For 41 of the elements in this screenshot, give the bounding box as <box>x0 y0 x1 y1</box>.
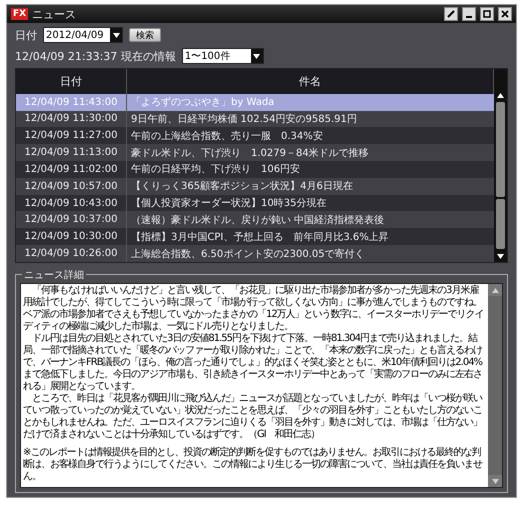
subject-cell[interactable]: （速報）豪ドル米ドル、戻りが鈍い 中国経済指標発表後 <box>126 211 494 228</box>
subject-cell[interactable]: 【指標】3月中国CPI、予想上回る 前年同月比3.6%上昇 <box>126 228 494 246</box>
subject-cell[interactable]: 豪ドル米ドル、下げ渋り 1.0279－84米ドルで推移 <box>126 144 494 161</box>
date-cell[interactable]: 12/04/09 11:30:00 <box>16 110 126 128</box>
subject-cell[interactable]: 【個人投資家オーダー状況】10時35分現在 <box>126 194 494 212</box>
subject-cell[interactable]: 上海総合指数、6.50ポイント安の2300.05で寄付く <box>126 245 494 262</box>
column-header[interactable]: 日付 <box>16 69 126 94</box>
app-logo: FX <box>11 8 28 20</box>
window-title: ニュース <box>32 6 78 22</box>
subject-cell[interactable]: 午前の上海総合指数、売り一服 0.34%安 <box>126 127 494 144</box>
date-cell[interactable]: 12/04/09 10:37:00 <box>16 211 126 228</box>
maximize-icon[interactable] <box>480 7 494 21</box>
date-cell[interactable]: 12/04/09 11:02:00 <box>16 160 126 178</box>
scrollbar-thumb[interactable] <box>496 199 505 249</box>
scroll-up-icon[interactable] <box>497 92 504 98</box>
paragraph: 「何事もなければいいんだけど」と言い残して、「お花見」に駆り出た市場参加者が多かった先週末の3月米雇用統計でしたが、得てしてこういう時に限って「市場が行って欲しくない方向」に事が進んでしまうものですね。ベア派の市場参加者でさえも予想していなかったまさかの「12万人」という数字に、イースターホリデーでリクイディティの極端に減少した市場は、一気にドル売りとなりました。 <box>23 285 485 332</box>
date-cell[interactable]: 12/04/09 11:27:00 <box>16 127 126 144</box>
subject-cell[interactable]: 【くりっく365顧客ポジション状況】4月6日現在 <box>126 178 494 195</box>
date-field[interactable]: 2012/04/09 <box>43 27 123 43</box>
group-title: ニュース詳細 <box>22 268 86 282</box>
date-cell[interactable]: 12/04/09 10:26:00 <box>16 245 126 262</box>
column-header[interactable]: 件名 <box>126 69 494 94</box>
date-cell[interactable]: 12/04/09 10:43:00 <box>16 194 126 212</box>
scrollbar[interactable] <box>494 69 507 262</box>
date-label: 日付 <box>15 28 37 42</box>
date-cell[interactable]: 12/04/09 11:13:00 <box>16 144 126 161</box>
search-button[interactable]: 検索 <box>129 28 161 42</box>
timestamp-text: 12/04/09 21:33:37 現在の情報 <box>15 48 176 64</box>
scrollbar-thumb[interactable] <box>496 102 505 197</box>
subject-cell[interactable]: 午前の日経平均、下げ渋り 106円安 <box>126 160 494 178</box>
paragraph: ドル円は目先の目処とされていた3日の安値81.55円を下抜けて下落。一時81.304円まで売り込まれました。結局、一部で指摘されていた「暖冬のバッファーが取り除かれた」ことで、「本来の数字に戻った」とも言えるわけで、バーナンキFRB議長の「ほら、俺の言った通りでしょ」的なほくそ笑む姿とともに、米10年債利回りは2.04%まで急低下しました。今日のアジア市場も、引き続きイースターホリデー中とあって「実需のフローのみに左右される」展開となっています。 <box>23 333 484 392</box>
close-icon[interactable] <box>498 7 512 21</box>
subject-cell[interactable]: 9日午前、日経平均株価 102.54円安の9585.91円 <box>126 110 494 128</box>
pin-icon[interactable] <box>444 7 458 21</box>
minimize-icon[interactable] <box>462 7 476 21</box>
date-cell[interactable]: 12/04/09 10:57:00 <box>16 178 126 195</box>
date-cell[interactable]: 12/04/09 10:30:00 <box>16 228 126 246</box>
paragraph: ところで、昨日は「花見客が隅田川に飛び込んだ」ニュースが話題となっていましたが、昨年は「いつ桜が咲いていつ散っていったのか覚えていない」状況だったことを思えば、「少々の羽目を外す」こともいたし方のないことかもしれませんね。ただ、ユーロスイスフランに迫りくる「羽目を外す」動きに対しては、市場は「仕方ない」だけで済まされないことは十分承知しているはずです。（GI 和田仁志） <box>23 393 484 441</box>
scroll-down-icon[interactable] <box>497 254 504 258</box>
paragraph: ※このレポートは情報提供を目的とし、投資の断定的判断を促すものではありません。お取引における最終的な判断は、お客様自身で行うようにしてください。この情報により生じる一切の障害について、当社は責任を負いません。 <box>23 447 484 483</box>
range-dropdown[interactable]: 1〜100件 <box>182 48 264 64</box>
